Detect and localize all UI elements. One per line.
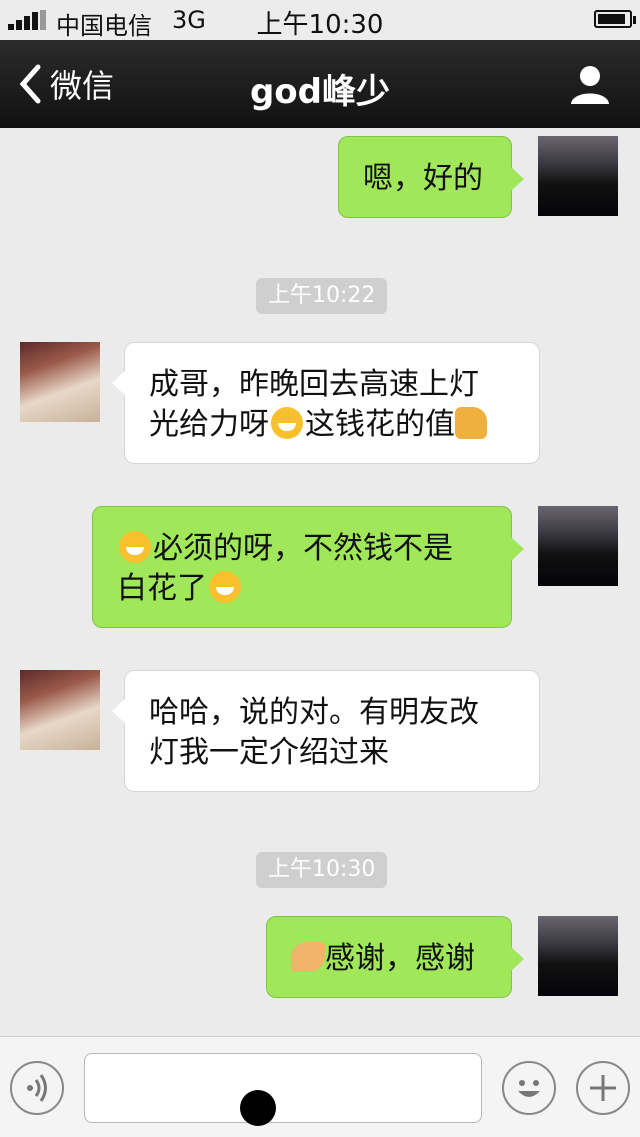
timestamp: 上午10:22 (256, 278, 388, 314)
my-avatar[interactable] (538, 136, 618, 216)
message-bubble-sent[interactable]: 感谢，感谢 (266, 916, 524, 998)
message-bubble-received[interactable]: 哈哈，说的对。有明友改 灯我一定介绍过来 (112, 670, 540, 792)
message-text: 哈哈，说的对。有明友改 (149, 695, 479, 730)
my-avatar[interactable] (538, 916, 618, 996)
person-icon[interactable] (568, 62, 612, 106)
contact-avatar[interactable] (20, 342, 100, 422)
thumbs-up-emoji-icon (455, 407, 487, 439)
emoji-button[interactable] (502, 1061, 556, 1115)
message-text: 成哥，昨晚回去高速上灯 (149, 367, 479, 402)
timestamp: 上午10:30 (256, 852, 388, 888)
grin-emoji-icon (209, 571, 241, 603)
message-text: 必须的呀，不然钱不是 (153, 531, 453, 566)
voice-button[interactable] (10, 1061, 64, 1115)
contact-avatar[interactable] (20, 670, 100, 750)
smiley-icon (518, 1080, 540, 1097)
message-text: 这钱花的值 (305, 407, 455, 442)
nav-bar: 微信 god峰少 (0, 40, 640, 128)
watermark-logo (240, 1090, 276, 1126)
grin-emoji-icon (271, 407, 303, 439)
message-bubble-sent[interactable]: 嗯，好的 (338, 136, 524, 218)
my-avatar[interactable] (538, 506, 618, 586)
message-text: 嗯，好的 (363, 161, 483, 196)
clapping-emoji-icon (291, 942, 325, 972)
chat-title: god峰少 (249, 72, 391, 112)
message-text: 白花了 (117, 571, 207, 606)
message-text: 光给力呀 (149, 407, 269, 442)
message-text: 灯我一定介绍过来 (149, 735, 389, 770)
message-bubble-sent[interactable]: 必须的呀，不然钱不是 白花了 (92, 506, 524, 628)
more-button[interactable] (576, 1061, 630, 1115)
grin-emoji-icon (119, 531, 151, 563)
message-text: 感谢，感谢 (325, 941, 475, 976)
voice-icon (27, 1074, 47, 1102)
status-time: 上午10:30 (256, 10, 384, 40)
battery-icon (594, 10, 636, 28)
plus-icon (590, 1075, 616, 1101)
status-bar: 中国电信 3G 上午10:30 (0, 0, 640, 40)
input-bar (0, 1036, 640, 1137)
message-bubble-received[interactable]: 成哥，昨晚回去高速上灯 光给力呀 这钱花的值 (112, 342, 540, 464)
message-input[interactable] (84, 1053, 482, 1123)
